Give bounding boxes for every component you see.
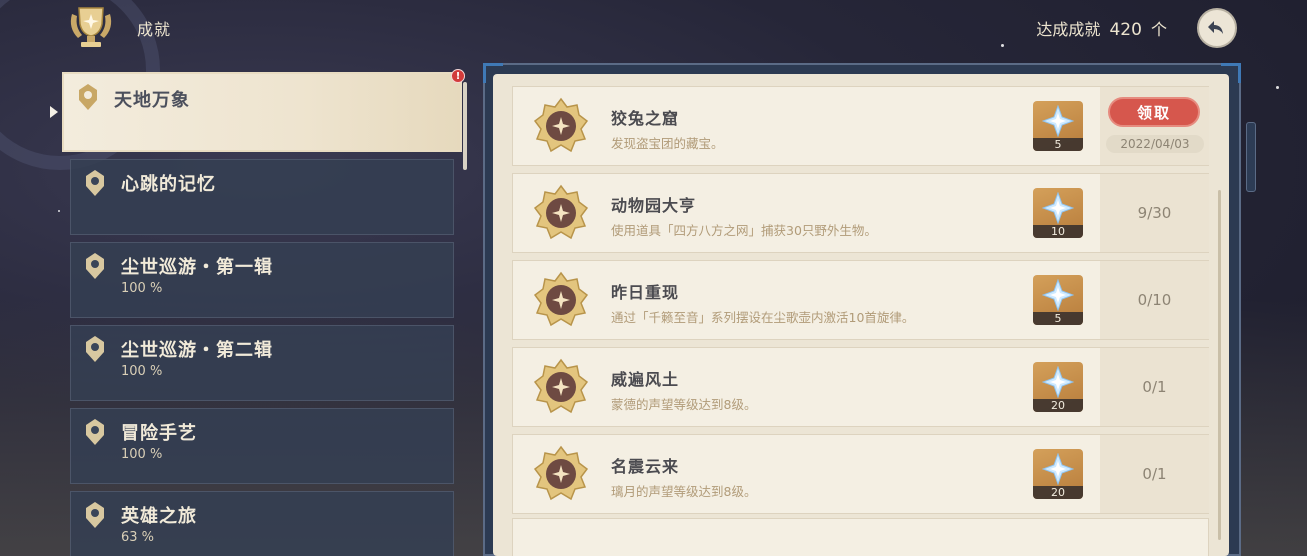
category-emblem-icon [79,84,97,110]
star [58,210,60,212]
trophy-icon [70,7,112,47]
category-item[interactable]: 英雄之旅 63 % [70,491,454,556]
status-cell: 0/1 [1100,435,1209,513]
category-percent: 100 % [121,364,163,379]
primogem-icon [1042,453,1074,485]
achievement-title: 狡兔之窟 [611,109,680,128]
completion-date: 2022/04/03 [1106,135,1204,153]
reward-item[interactable]: 5 [1033,275,1083,325]
claim-button[interactable]: 领取 [1108,97,1200,127]
page-title: 成就 [137,20,172,39]
reward-item[interactable]: 5 [1033,101,1083,151]
category-list: 天地万象 心跳的记忆 尘世巡游・第一辑 100 % 尘世巡游・第二辑 100 %… [62,72,468,556]
achievement-row: 动物园大亨 使用道具「四方八方之网」捕获30只野外生物。 10 9/30 [512,173,1209,253]
category-percent: 100 % [121,281,163,296]
status-cell: 0/1 [1100,348,1209,426]
reward-item[interactable]: 10 [1033,188,1083,238]
reward-quantity: 10 [1033,225,1083,238]
new-badge: ! [451,69,465,83]
reward-item[interactable]: 20 [1033,449,1083,499]
category-item[interactable]: 尘世巡游・第一辑 100 % [70,242,454,318]
achievement-medal-icon [533,358,589,414]
category-name: 尘世巡游・第二辑 [121,340,273,361]
achievement-row: 威遍风土 蒙德的声望等级达到8级。 20 0/1 [512,347,1209,427]
category-emblem-icon [86,419,104,445]
category-name: 天地万象 [114,90,190,111]
category-percent: 100 % [121,447,163,462]
category-item[interactable]: 心跳的记忆 [70,159,454,235]
achievement-count: 达成成就 420 个 [1036,16,1167,40]
reward-item[interactable]: 20 [1033,362,1083,412]
achievement-progress: 0/1 [1142,465,1167,483]
category-name: 尘世巡游・第一辑 [121,257,273,278]
category-item-selected[interactable]: 天地万象 [62,72,462,152]
achievement-progress: 0/10 [1137,291,1172,309]
achievement-desc: 璃月的声望等级达到8级。 [611,484,757,499]
achievement-row: 昨日重现 通过「千籁至音」系列摆设在尘歌壶内激活10首旋律。 5 0/10 [512,260,1209,340]
category-name: 英雄之旅 [121,506,197,527]
reward-quantity: 5 [1033,312,1083,325]
reward-quantity: 5 [1033,138,1083,151]
category-item[interactable]: 尘世巡游・第二辑 100 % [70,325,454,401]
achievement-row-partial [512,518,1209,556]
count-suffix: 个 [1150,20,1167,39]
achievement-desc: 使用道具「四方八方之网」捕获30只野外生物。 [611,223,877,238]
achievement-title: 威遍风土 [611,370,680,389]
reward-quantity: 20 [1033,399,1083,412]
back-arrow-icon [1208,21,1223,34]
count-prefix: 达成成就 [1036,20,1101,39]
status-cell: 领取 2022/04/03 [1100,87,1209,165]
primogem-icon [1042,366,1074,398]
status-cell: 9/30 [1100,174,1209,252]
achievement-row: 狡兔之窟 发现盗宝团的藏宝。 5 领取 2022/04/03 [512,86,1209,166]
category-emblem-icon [86,253,104,279]
achievement-medal-icon [533,445,589,501]
category-percent: 63 % [121,530,155,545]
primogem-icon [1042,279,1074,311]
category-scrollbar[interactable] [463,82,467,170]
star [1001,44,1004,47]
reward-quantity: 20 [1033,486,1083,499]
achievement-title: 昨日重现 [611,283,680,302]
achievement-title: 动物园大亨 [611,196,697,215]
achievement-scrollbar[interactable] [1218,190,1221,540]
achievement-medal-icon [533,97,589,153]
category-item[interactable]: 冒险手艺 100 % [70,408,454,484]
category-name: 心跳的记忆 [121,174,216,195]
achievement-progress: 9/30 [1137,204,1172,222]
achievement-progress: 0/1 [1142,378,1167,396]
count-value: 420 [1109,20,1142,40]
star [1276,86,1279,89]
achievement-desc: 发现盗宝团的藏宝。 [611,136,724,151]
back-button[interactable] [1197,8,1237,48]
achievement-medal-icon [533,184,589,240]
achievement-desc: 通过「千籁至音」系列摆设在尘歌壶内激活10首旋律。 [611,310,915,325]
category-emblem-icon [86,336,104,362]
status-cell: 0/10 [1100,261,1209,339]
category-name: 冒险手艺 [121,423,197,444]
achievement-title: 名震云来 [611,457,680,476]
achievement-desc: 蒙德的声望等级达到8级。 [611,397,757,412]
category-emblem-icon [86,502,104,528]
achievement-row: 名震云来 璃月的声望等级达到8级。 20 0/1 [512,434,1209,514]
primogem-icon [1042,105,1074,137]
achievement-medal-icon [533,271,589,327]
panel-side-tab [1246,122,1256,192]
category-emblem-icon [86,170,104,196]
primogem-icon [1042,192,1074,224]
selection-arrow-icon [50,106,58,118]
